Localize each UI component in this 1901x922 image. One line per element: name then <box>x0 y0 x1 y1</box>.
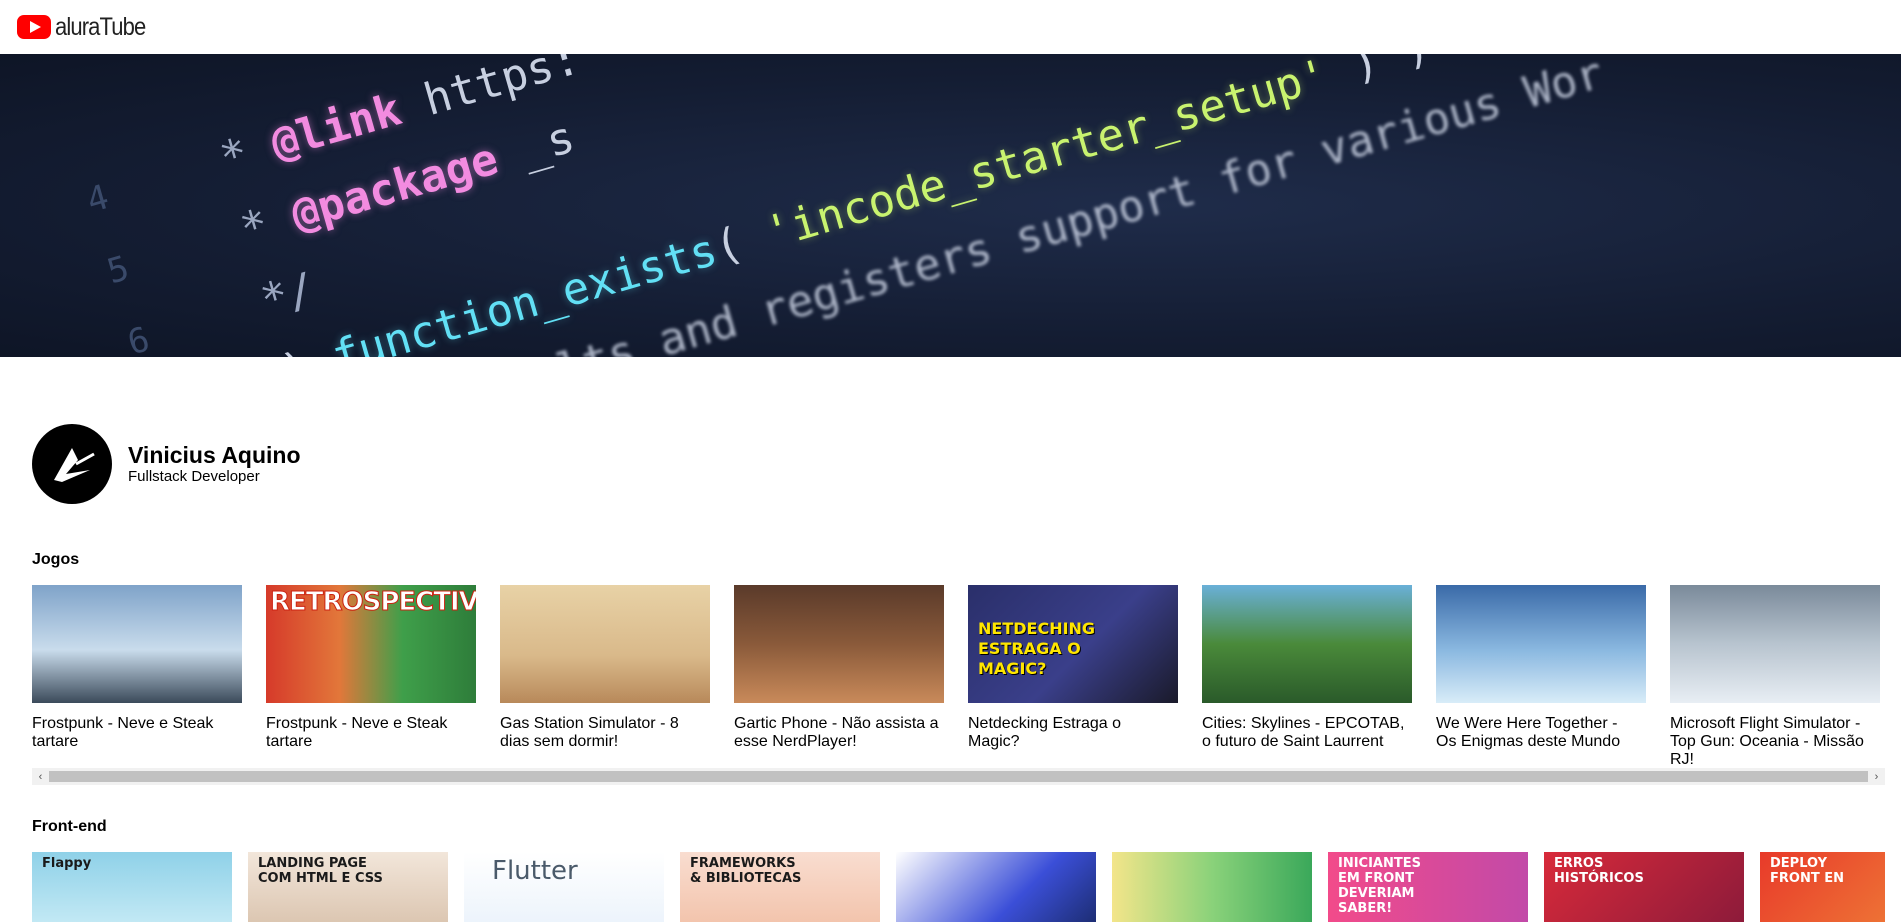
section-title-front-end: Front-end <box>32 818 107 835</box>
thumbnail-text: INICIANTES EM FRONT DEVERIAM SABER! <box>1338 856 1421 916</box>
profile-role: Fullstack Developer <box>128 468 260 485</box>
top-header: aluraTube <box>0 0 1901 54</box>
video-card[interactable]: Microsoft Flight Simulator - Top Gun: Oc… <box>1670 585 1880 768</box>
thumbnail-text: LANDING PAGE COM HTML E CSS <box>258 856 383 886</box>
video-thumbnail[interactable]: ERROS HISTÓRICOS <box>1544 852 1744 922</box>
video-thumbnail[interactable]: LANDING PAGE COM HTML E CSS <box>248 852 448 922</box>
horizontal-scrollbar[interactable]: ‹ › <box>32 768 1885 785</box>
code-line-number: 4 <box>82 177 114 222</box>
video-title[interactable]: Netdecking Estraga o Magic? <box>968 715 1173 751</box>
channel-banner: 4* @link https:5* @package _s6*/7) funct… <box>0 54 1901 357</box>
code-token: ) ) <box>1319 54 1436 99</box>
video-row-front-end[interactable]: Flappy LANDING PAGE COM HTML E CSS Flutter… <box>32 852 1885 922</box>
logo-text: aluraTube <box>55 12 146 41</box>
video-title[interactable]: Frostpunk - Neve e Steak tartare <box>32 715 237 751</box>
video-thumbnail[interactable]: Flutter <box>464 852 664 922</box>
video-card[interactable]: Gas Station Simulator - 8 dias sem dormi… <box>500 585 710 768</box>
video-thumbnail[interactable] <box>1670 585 1880 703</box>
video-title[interactable]: Gartic Phone - Não assista a esse NerdPl… <box>734 715 939 751</box>
scroll-right-icon[interactable]: › <box>1868 768 1885 785</box>
video-thumbnail[interactable]: FRAMEWORKS & BIBLIOTECAS <box>680 852 880 922</box>
video-row-jogos[interactable]: Frostpunk - Neve e Steak tartare RETROSPE… <box>32 585 1885 768</box>
video-thumbnail[interactable] <box>1112 852 1312 922</box>
section-title-jogos: Jogos <box>32 551 80 568</box>
video-card[interactable]: FRAMEWORKS & BIBLIOTECAS <box>680 852 880 922</box>
video-thumbnail[interactable] <box>32 585 242 703</box>
scroll-left-icon[interactable]: ‹ <box>32 768 49 785</box>
scrollbar-thumb[interactable] <box>49 771 1868 782</box>
video-card[interactable]: Flutter <box>464 852 664 922</box>
video-thumbnail[interactable]: NETDECHING ESTRAGA O MAGIC? <box>968 585 1178 703</box>
thumbnail-text: DEPLOY FRONT EN <box>1770 856 1844 886</box>
video-thumbnail[interactable] <box>500 585 710 703</box>
video-card[interactable]: LANDING PAGE COM HTML E CSS <box>248 852 448 922</box>
video-thumbnail[interactable]: INICIANTES EM FRONT DEVERIAM SABER! <box>1328 852 1528 922</box>
video-title[interactable]: Microsoft Flight Simulator - Top Gun: Oc… <box>1670 715 1875 768</box>
site-logo[interactable]: aluraTube <box>17 13 158 42</box>
avatar[interactable] <box>32 424 112 504</box>
channel-profile: Vinicius Aquino Fullstack Developer <box>32 424 301 504</box>
thumbnail-text: RETROSPECTIVA <box>269 587 476 618</box>
video-card[interactable]: DEPLOY FRONT EN <box>1760 852 1885 922</box>
video-card[interactable] <box>896 852 1096 922</box>
video-title[interactable]: Cities: Skylines - EPCOTAB, o futuro de … <box>1202 715 1407 751</box>
thumbnail-text: Flutter <box>492 856 578 886</box>
play-logo-icon <box>17 15 51 39</box>
thumbnail-text: Flappy <box>42 856 92 871</box>
video-card[interactable]: We Were Here Together - Os Enigmas deste… <box>1436 585 1646 768</box>
profile-info: Vinicius Aquino Fullstack Developer <box>128 442 301 486</box>
video-title[interactable]: Frostpunk - Neve e Steak tartare <box>266 715 471 751</box>
video-card[interactable]: Gartic Phone - Não assista a esse NerdPl… <box>734 585 944 768</box>
video-card[interactable]: Flappy <box>32 852 232 922</box>
video-thumbnail[interactable]: RETROSPECTIVA <box>266 585 476 703</box>
video-thumbnail[interactable]: Flappy <box>32 852 232 922</box>
video-card[interactable]: Frostpunk - Neve e Steak tartare <box>32 585 242 768</box>
video-card[interactable]: Cities: Skylines - EPCOTAB, o futuro de … <box>1202 585 1412 768</box>
video-card[interactable] <box>1112 852 1312 922</box>
profile-name: Vinicius Aquino <box>128 442 301 468</box>
video-thumbnail[interactable] <box>734 585 944 703</box>
video-card[interactable]: NETDECHING ESTRAGA O MAGIC? Netdecking Es… <box>968 585 1178 768</box>
code-token: @link <box>265 84 407 170</box>
video-card[interactable]: RETROSPECTIVA Frostpunk - Neve e Steak ta… <box>266 585 476 768</box>
video-thumbnail[interactable] <box>1202 585 1412 703</box>
video-thumbnail[interactable]: DEPLOY FRONT EN <box>1760 852 1885 922</box>
video-title[interactable]: We Were Here Together - Os Enigmas deste… <box>1436 715 1641 751</box>
video-thumbnail[interactable] <box>896 852 1096 922</box>
thumbnail-text: ERROS HISTÓRICOS <box>1554 856 1644 886</box>
alura-logo-icon <box>54 448 95 482</box>
video-card[interactable]: INICIANTES EM FRONT DEVERIAM SABER! <box>1328 852 1528 922</box>
thumbnail-text: FRAMEWORKS & BIBLIOTECAS <box>690 856 802 886</box>
video-title[interactable]: Gas Station Simulator - 8 dias sem dormi… <box>500 715 705 751</box>
video-card[interactable]: ERROS HISTÓRICOS <box>1544 852 1744 922</box>
thumbnail-text: NETDECHING ESTRAGA O MAGIC? <box>978 619 1096 678</box>
video-thumbnail[interactable] <box>1436 585 1646 703</box>
banner-code-art: 4* @link https:5* @package _s6*/7) funct… <box>80 54 1615 357</box>
